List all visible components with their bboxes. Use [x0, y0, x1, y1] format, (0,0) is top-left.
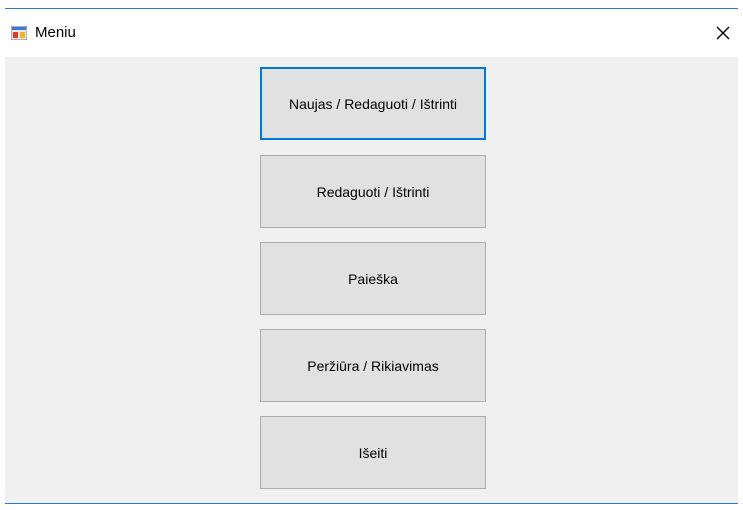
new-edit-delete-button[interactable]: Naujas / Redaguoti / Ištrinti: [260, 67, 486, 140]
client-area: Naujas / Redaguoti / Ištrinti Redaguoti …: [5, 57, 738, 503]
windows-form-icon: [11, 26, 27, 40]
window-title: Meniu: [35, 24, 76, 41]
title-bar[interactable]: Meniu: [5, 9, 738, 57]
main-window: Meniu Naujas / Redaguoti / Ištrinti Reda…: [5, 8, 738, 504]
exit-button[interactable]: Išeiti: [260, 416, 486, 489]
view-sort-button[interactable]: Peržiūra / Rikiavimas: [260, 329, 486, 402]
edit-delete-button[interactable]: Redaguoti / Ištrinti: [260, 155, 486, 228]
close-icon: [716, 26, 730, 40]
search-button[interactable]: Paieška: [260, 242, 486, 315]
close-button[interactable]: [708, 19, 738, 47]
